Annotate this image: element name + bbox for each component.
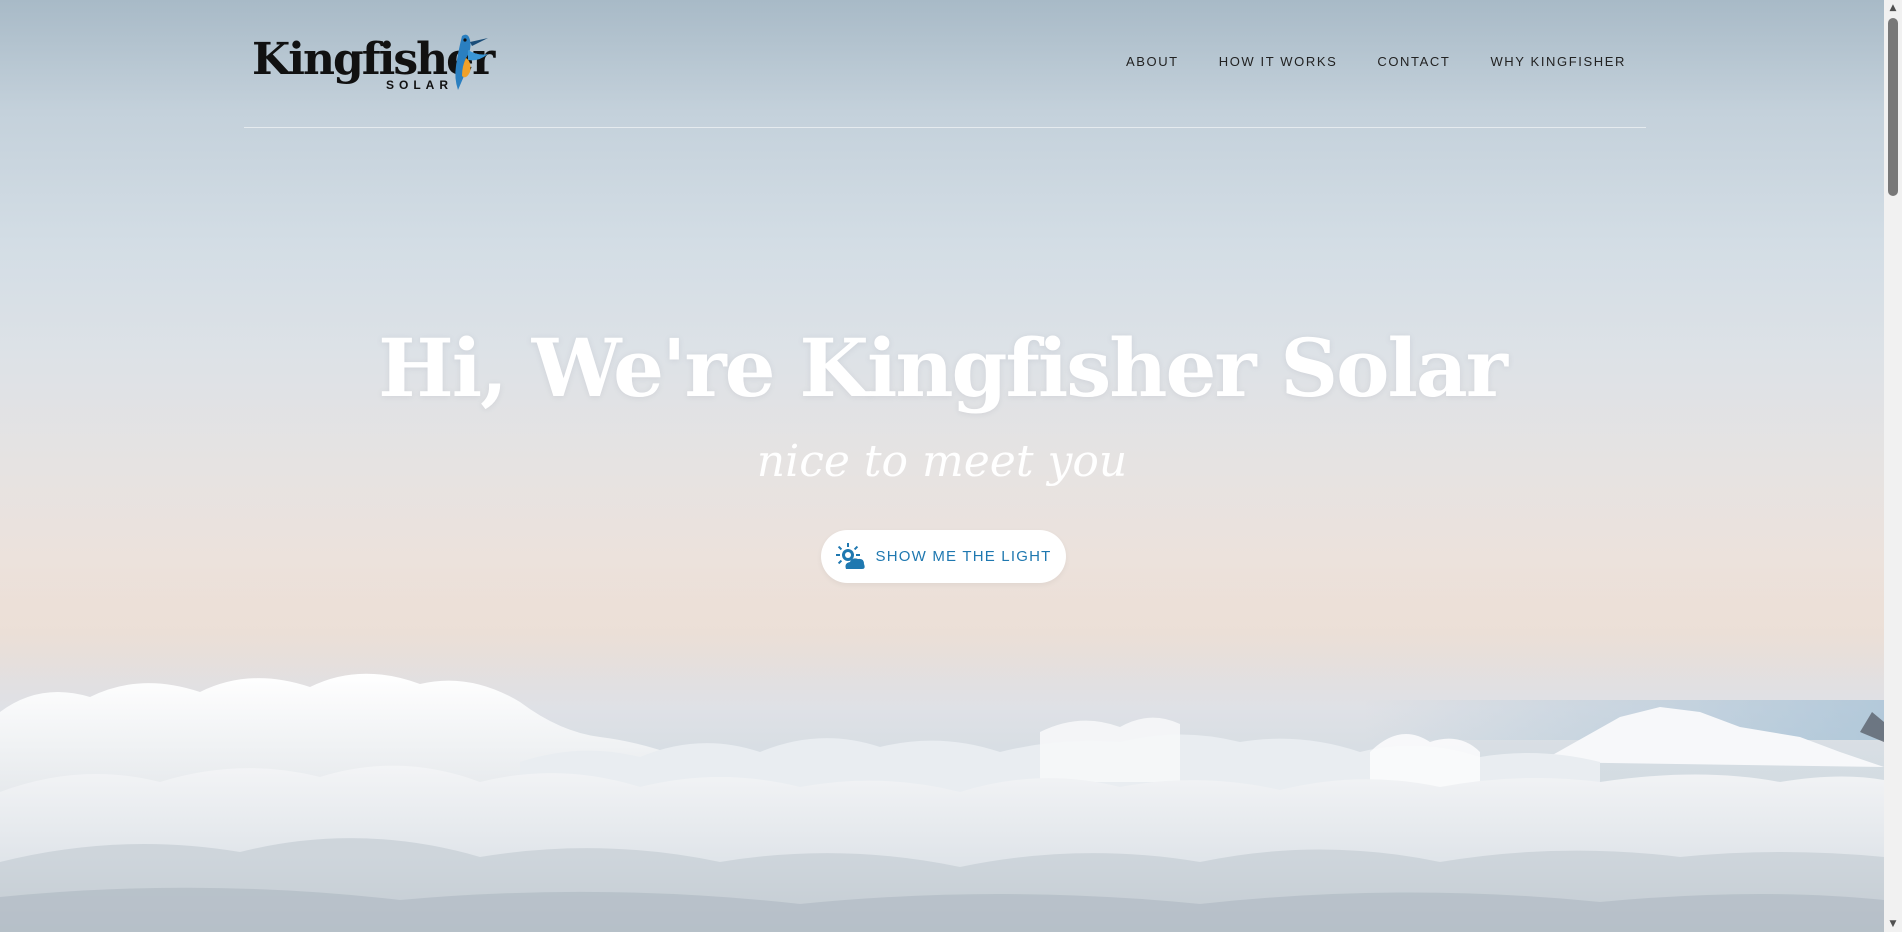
hero-subtitle: nice to meet you	[756, 436, 1128, 487]
scrollbar-thumb[interactable]	[1888, 18, 1898, 196]
nav-why-kingfisher[interactable]: WHY KINGFISHER	[1490, 54, 1626, 69]
brand-logo[interactable]: Kingfisher SOLAR	[252, 32, 495, 96]
hero-section: Kingfisher SOLAR ABOUT HOW IT WORKS CONT…	[0, 0, 1884, 932]
nav-contact[interactable]: CONTACT	[1377, 54, 1450, 69]
brand-subtitle: SOLAR	[386, 78, 453, 92]
nav-how-it-works[interactable]: HOW IT WORKS	[1219, 54, 1338, 69]
cta-label: SHOW ME THE LIGHT	[875, 548, 1052, 565]
page-scrollbar[interactable]: ▲ ▼	[1884, 0, 1902, 932]
kingfisher-bird-icon	[455, 34, 488, 90]
main-nav: ABOUT HOW IT WORKS CONTACT WHY KINGFISHE…	[1126, 54, 1626, 69]
nav-about[interactable]: ABOUT	[1126, 54, 1179, 69]
scroll-up-arrow-icon[interactable]: ▲	[1884, 0, 1902, 16]
scroll-down-arrow-icon[interactable]: ▼	[1884, 916, 1902, 932]
sun-cloud-icon	[835, 542, 865, 569]
hero-title: Hi, We're Kingfisher Solar	[378, 321, 1508, 415]
show-me-the-light-button[interactable]: SHOW ME THE LIGHT	[821, 530, 1066, 583]
site-header: Kingfisher SOLAR ABOUT HOW IT WORKS CONT…	[244, 0, 1646, 128]
cloud-mountain-background	[0, 673, 1884, 932]
